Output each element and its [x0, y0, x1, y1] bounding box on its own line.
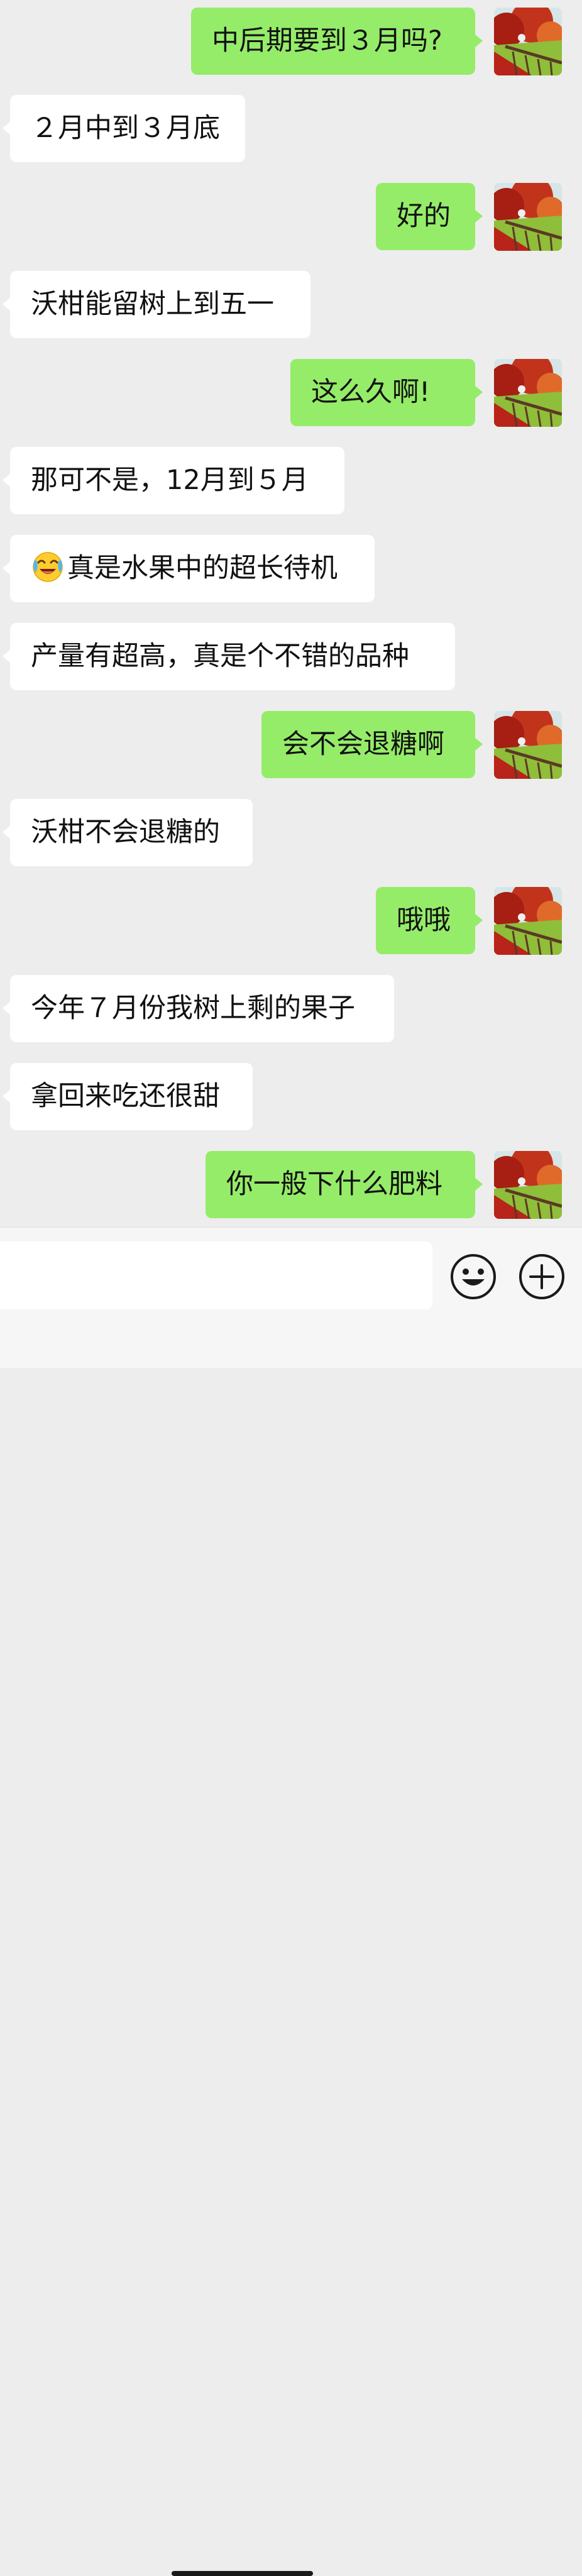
message-text: 真是水果中的超长待机	[67, 553, 338, 584]
received-message-bubble[interactable]: 真是水果中的超长待机	[3, 535, 375, 602]
received-message-row: 沃柑能留树上到五一	[0, 271, 582, 339]
sent-message-bubble[interactable]: 中后期要到３月吗?	[191, 8, 483, 75]
user-avatar[interactable]	[494, 183, 562, 251]
received-message-bubble[interactable]: 那可不是，12月到５月	[3, 447, 344, 514]
sent-message-bubble[interactable]: 会不会退糖啊	[261, 711, 483, 778]
message-text: 今年７月份我树上剩的果子	[31, 993, 355, 1024]
received-message-bubble[interactable]: 拿回来吃还很甜	[3, 1063, 253, 1130]
sent-message-bubble[interactable]: 这么久啊!	[290, 359, 483, 426]
received-message-row: 产量有超高，真是个不错的品种	[0, 623, 582, 691]
plus-circle-icon[interactable]	[518, 1253, 566, 1301]
user-avatar[interactable]	[494, 359, 562, 427]
sent-message-row: 会不会退糖啊	[0, 711, 582, 779]
message-text: 哦哦	[397, 905, 451, 936]
received-message-bubble[interactable]: 今年７月份我树上剩的果子	[3, 975, 394, 1042]
sent-message-row: 这么久啊!	[0, 359, 582, 427]
message-text: 沃柑能留树上到五一	[31, 289, 274, 320]
message-text: 这么久啊!	[311, 377, 431, 408]
message-text: 好的	[397, 201, 451, 232]
received-message-row: 拿回来吃还很甜	[0, 1063, 582, 1131]
message-input[interactable]	[0, 1241, 432, 1309]
received-message-row: 真是水果中的超长待机	[0, 535, 582, 603]
message-text: 拿回来吃还很甜	[31, 1081, 220, 1112]
sent-message-bubble[interactable]: 哦哦	[376, 887, 483, 954]
message-text: 产量有超高，真是个不错的品种	[31, 641, 409, 672]
user-avatar[interactable]	[494, 8, 562, 75]
user-avatar[interactable]	[494, 711, 562, 779]
laughing-crying-emoji-icon	[31, 549, 65, 583]
received-message-bubble[interactable]: 沃柑不会退糖的	[3, 799, 253, 866]
message-text: 中后期要到３月吗?	[212, 25, 442, 57]
sent-message-bubble[interactable]: 好的	[376, 183, 483, 250]
message-text: 沃柑不会退糖的	[31, 817, 220, 848]
message-text: 你一般下什么肥料	[226, 1169, 442, 1200]
message-text: 那可不是，12月到５月	[31, 465, 309, 496]
received-message-bubble[interactable]: 产量有超高，真是个不错的品种	[3, 623, 455, 690]
sent-message-row: 中后期要到３月吗?	[0, 8, 582, 75]
message-text: ２月中到３月底	[31, 113, 220, 144]
received-message-bubble[interactable]: 沃柑能留树上到五一	[3, 271, 310, 338]
sent-message-row: 哦哦	[0, 887, 582, 955]
received-message-row: 今年７月份我树上剩的果子	[0, 975, 582, 1043]
received-message-row: ２月中到３月底	[0, 95, 582, 163]
composer-bar	[0, 1227, 582, 2576]
message-text: 会不会退糖啊	[282, 729, 444, 760]
chat-area[interactable]: 中后期要到３月吗? ２月中到３月底好的 沃柑能留树上到五一这么久啊! 那可不是，…	[0, 0, 582, 1227]
smiley-face-icon[interactable]	[449, 1253, 497, 1301]
sent-message-row: 你一般下什么肥料	[0, 1151, 582, 1219]
user-avatar[interactable]	[494, 1151, 562, 1219]
sent-message-row: 好的	[0, 183, 582, 251]
received-message-bubble[interactable]: ２月中到３月底	[3, 95, 245, 162]
received-message-row: 沃柑不会退糖的	[0, 799, 582, 867]
sent-message-bubble[interactable]: 你一般下什么肥料	[206, 1151, 483, 1218]
received-message-row: 那可不是，12月到５月	[0, 447, 582, 515]
home-indicator[interactable]	[172, 2571, 313, 2576]
user-avatar[interactable]	[494, 887, 562, 955]
